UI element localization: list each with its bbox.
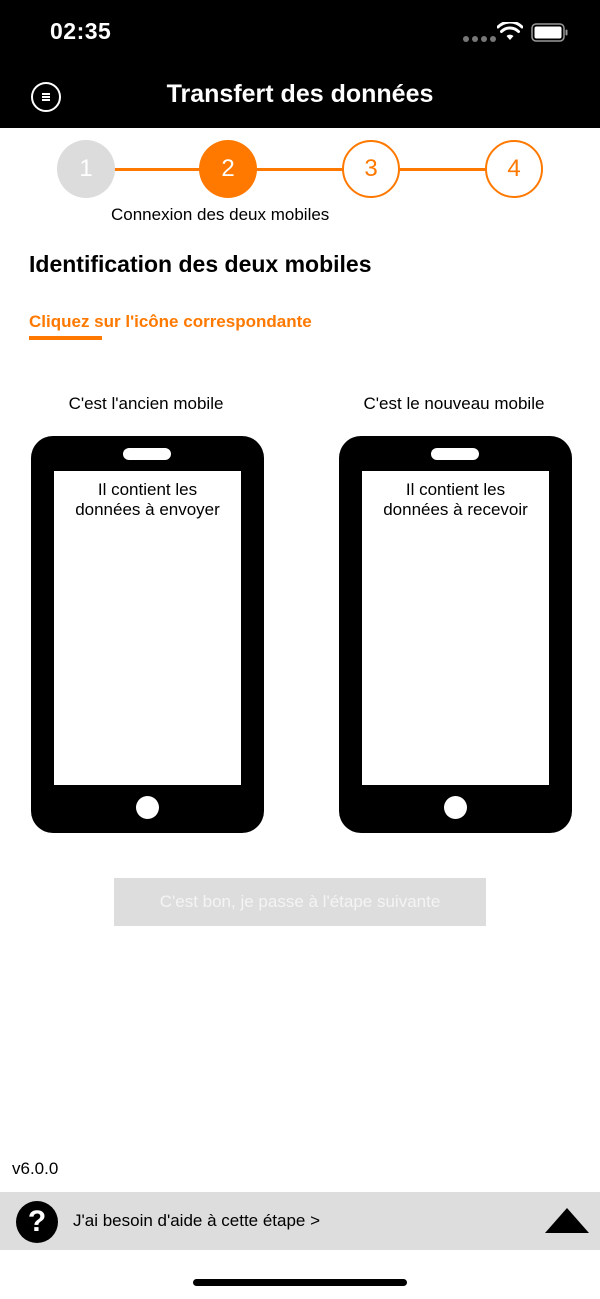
section-title: Identification des deux mobiles xyxy=(29,251,372,277)
phone-speaker xyxy=(431,448,479,460)
step-4: 4 xyxy=(485,140,543,198)
old-phone-text-line2: données à envoyer xyxy=(75,500,220,519)
new-phone-caption: C'est le nouveau mobile xyxy=(363,394,545,413)
old-phone-button[interactable]: Il contient les données à envoyer xyxy=(31,436,264,833)
new-phone-screen: Il contient les données à recevoir xyxy=(362,471,549,785)
instruction-underline xyxy=(29,336,102,340)
battery-icon xyxy=(531,23,568,42)
step-2: 2 xyxy=(199,140,257,198)
expand-up-icon[interactable] xyxy=(545,1208,589,1233)
phone-home-button-icon xyxy=(444,796,467,819)
phone-speaker xyxy=(123,448,171,460)
old-phone-text-line1: Il contient les xyxy=(97,480,198,499)
step-1: 1 xyxy=(57,140,115,198)
step-3: 3 xyxy=(342,140,400,198)
instruction-text: Cliquez sur l'icône correspondante xyxy=(29,312,312,331)
step-caption: Connexion des deux mobiles xyxy=(111,205,330,224)
help-question-icon: ? xyxy=(16,1201,58,1243)
new-phone-text-line1: Il contient les xyxy=(405,480,506,499)
top-bar: 02:35 Transfert des données xyxy=(0,0,600,128)
cellular-signal-icon xyxy=(463,36,496,42)
stepper-line xyxy=(114,168,202,171)
app-version: v6.0.0 xyxy=(12,1159,59,1178)
status-time: 02:35 xyxy=(50,18,112,44)
old-phone-screen: Il contient les données à envoyer xyxy=(54,471,241,785)
next-step-button[interactable]: C'est bon, je passe à l'étape suivante xyxy=(114,878,486,926)
old-phone-caption: C'est l'ancien mobile xyxy=(68,394,224,413)
page-title: Transfert des données xyxy=(166,80,434,108)
phone-home-button-icon xyxy=(136,796,159,819)
new-phone-button[interactable]: Il contient les données à recevoir xyxy=(339,436,572,833)
help-link[interactable]: J'ai besoin d'aide à cette étape > xyxy=(73,1211,320,1231)
stepper-line xyxy=(398,168,487,171)
stepper-line xyxy=(256,168,345,171)
home-indicator xyxy=(193,1279,407,1286)
new-phone-text-line2: données à recevoir xyxy=(383,500,528,519)
wifi-icon xyxy=(497,22,523,40)
help-bar[interactable]: ? J'ai besoin d'aide à cette étape > xyxy=(0,1192,600,1250)
